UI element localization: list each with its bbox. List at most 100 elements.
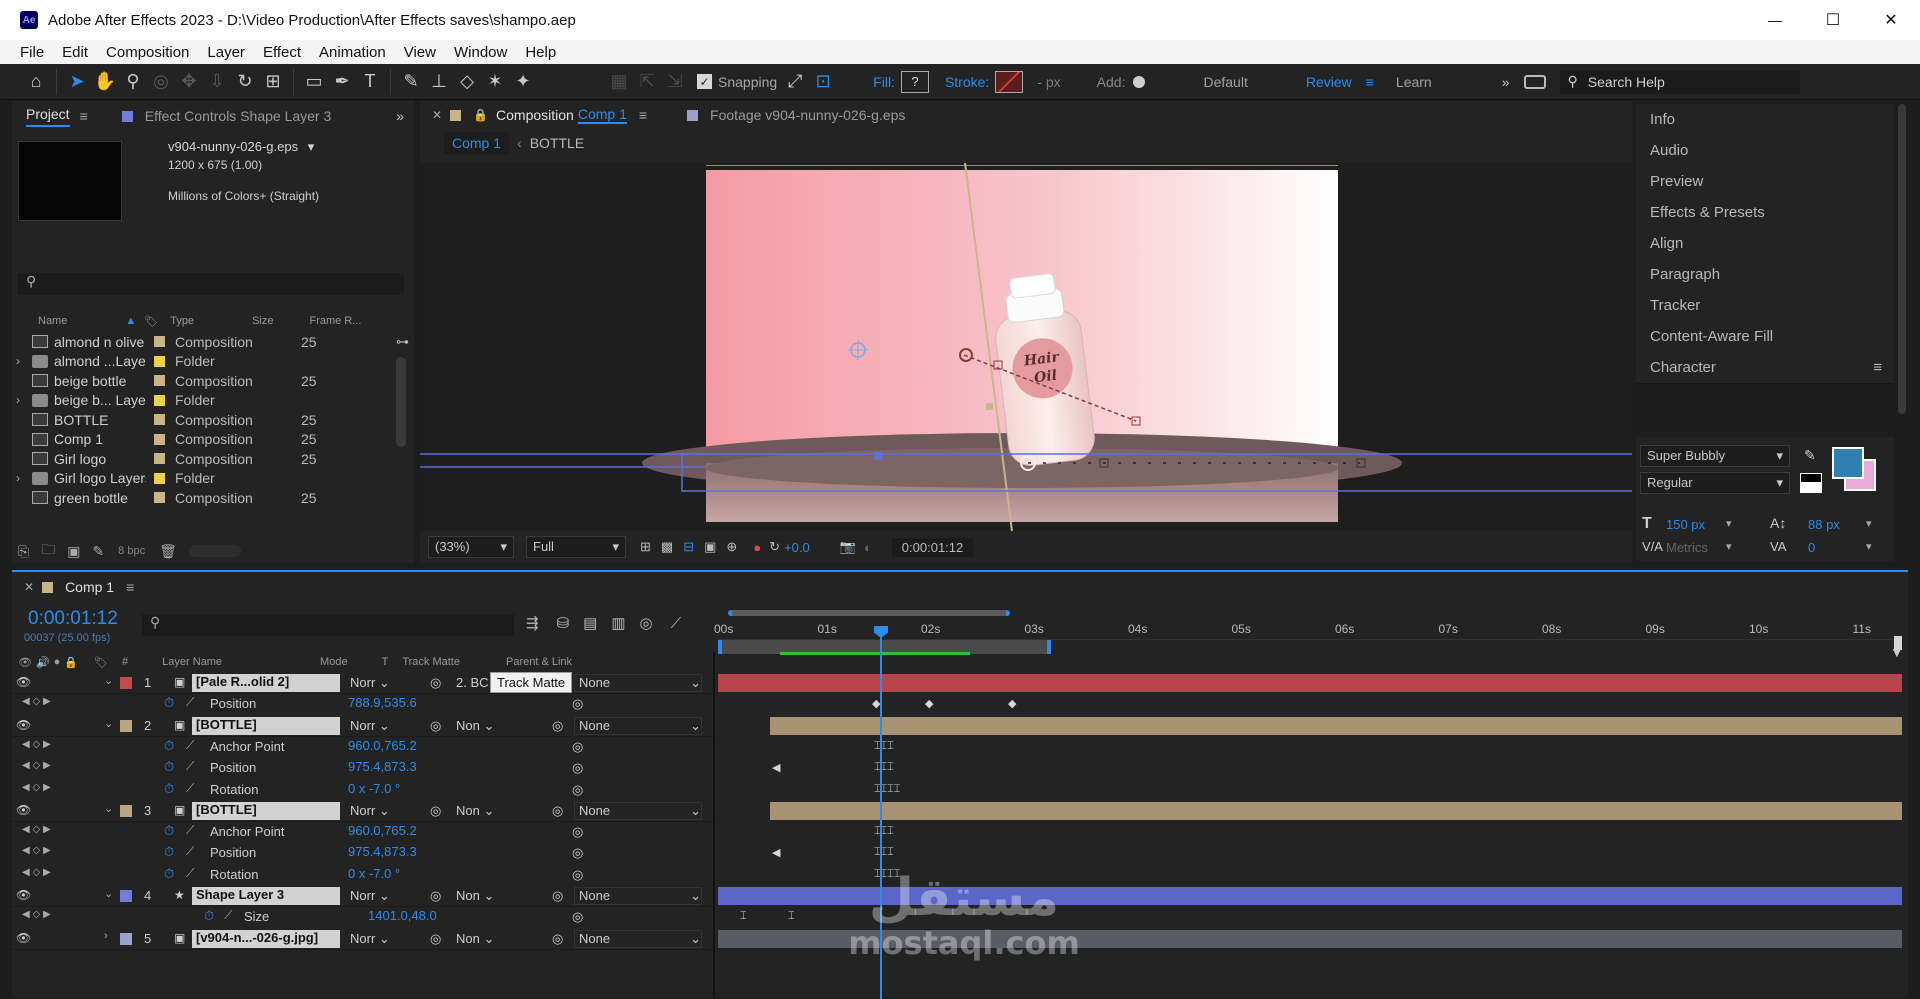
property-row[interactable]: ◀ ◇ ▶ ⏱ ⟋ Rotation 0 x -7.0 ° ◎ (12, 865, 714, 886)
timeline-search-field[interactable]: ⚲ (142, 614, 514, 636)
menu-effect[interactable]: Effect (263, 44, 301, 61)
parent-pickwhip-icon[interactable]: ◎ (552, 803, 563, 819)
snap-edge-icon[interactable]: ⤢ (781, 68, 809, 96)
zoom-dropdown[interactable]: (33%) ▾ (428, 536, 514, 558)
layer-label-color[interactable] (120, 719, 132, 732)
project-item[interactable]: › beige b... Layers Folder (12, 391, 410, 410)
item-label-color[interactable] (154, 375, 165, 386)
layer-name[interactable]: [BOTTLE] (192, 801, 340, 820)
panel-effects-presets[interactable]: Effects & Presets (1636, 197, 1894, 229)
stopwatch-icon[interactable]: ⏱ (204, 908, 214, 924)
resolution-dropdown[interactable]: Full ▾ (526, 536, 626, 558)
stopwatch-icon[interactable]: ⏱ (164, 844, 174, 860)
parent-dropdown[interactable]: None ⌄ (574, 887, 702, 905)
property-value[interactable]: 960.0,765.2 (348, 738, 417, 753)
flowchart-icon[interactable]: ⊶ (396, 334, 409, 350)
expression-pickwhip-icon[interactable]: ◎ (572, 867, 583, 883)
col-name[interactable]: Name (38, 315, 67, 327)
dolly-tool-icon[interactable]: ⇩ (203, 68, 231, 96)
timeline-timecode[interactable]: 0:00:01:12 (28, 608, 118, 630)
keyframe-marker[interactable]: ⌶⌶⌶ (874, 825, 894, 838)
parent-header[interactable]: Parent & Link (506, 656, 572, 668)
panel-content-aware-fill[interactable]: Content-Aware Fill (1636, 321, 1894, 353)
font-size-value[interactable]: 150 px (1666, 517, 1705, 532)
layer-name[interactable]: Shape Layer 3 (192, 887, 340, 905)
visibility-eye-icon[interactable]: 👁 (16, 675, 31, 689)
property-value[interactable]: 975.4,873.3 (348, 844, 417, 859)
keyframe-nav-icon[interactable]: ◀ ◇ ▶ (22, 696, 51, 707)
orbit-tool-icon[interactable]: ◎ (147, 68, 175, 96)
col-frame-rate[interactable]: Frame R... (309, 315, 361, 327)
keyframe-marker[interactable]: ⌶ (740, 910, 747, 923)
layer-expand-icon[interactable]: ⌄ (104, 887, 113, 900)
breadcrumb-bottle[interactable]: BOTTLE (530, 135, 584, 151)
keyframe-nav-icon[interactable]: ◀ ◇ ▶ (22, 824, 51, 835)
blend-mode-dropdown[interactable]: Norr ⌄ (350, 675, 396, 691)
graph-icon[interactable]: ⟋ (186, 738, 194, 753)
tab-composition-label[interactable]: Composition (496, 107, 574, 123)
property-row[interactable]: ◀ ◇ ▶ ⏱ ⟋ Position 788.9,535.6 ◎ (12, 694, 714, 715)
parent-pickwhip-icon[interactable]: ◎ (552, 931, 563, 947)
keyframe-nav-icon[interactable]: ◀ ◇ ▶ (22, 909, 51, 920)
adjust-icon[interactable]: ✎ (92, 543, 104, 560)
snap-features-icon[interactable]: ⊡ (809, 68, 837, 96)
comp-canvas[interactable]: Hair Oil (420, 163, 1632, 531)
graph-icon[interactable]: ⟋ (186, 866, 194, 881)
project-item[interactable]: Comp 1 Composition 25 (12, 430, 410, 449)
blend-mode-dropdown[interactable]: Norr ⌄ (350, 888, 396, 904)
kerning-value[interactable]: Metrics (1666, 540, 1708, 555)
graph-icon[interactable]: ⟋ (186, 781, 194, 796)
eyedropper-icon[interactable]: ✎ (1804, 447, 1816, 464)
brush-tool-icon[interactable]: ✎ (397, 68, 425, 96)
menu-help[interactable]: Help (525, 44, 556, 61)
layer-expand-icon[interactable]: ⌄ (104, 674, 113, 687)
kerning-dropdown-icon[interactable]: ▾ (1726, 540, 1732, 553)
timeline-menu-icon[interactable]: ≡ (126, 579, 134, 595)
visibility-eye-icon[interactable]: 👁 (16, 718, 31, 732)
stopwatch-icon[interactable]: ⏱ (164, 695, 174, 711)
fast-preview-icon[interactable]: ⊞ (640, 539, 651, 555)
stopwatch-icon[interactable]: ⏱ (164, 823, 174, 839)
project-item[interactable]: beige bottle Composition 25 (12, 371, 410, 390)
hand-tool-icon[interactable]: ✋ (91, 68, 119, 96)
tab-effect-controls[interactable]: Effect Controls Shape Layer 3 (145, 108, 332, 124)
time-ruler[interactable]: 00s 01s 02s 03s 04s 05s 06s 07s 08s 09s 10s 11s (714, 620, 1902, 640)
keyframe-nav-icon[interactable]: ◀ ◇ ▶ (22, 845, 51, 856)
stroke-swatch[interactable] (995, 70, 1024, 93)
close-button[interactable]: ✕ (1862, 0, 1920, 40)
label-column-icon[interactable]: 🏷 (144, 315, 158, 328)
parent-pickwhip-icon[interactable]: ◎ (552, 888, 563, 904)
menu-animation[interactable]: Animation (319, 44, 386, 61)
keyframe-nav-icon[interactable]: ◀ ◇ ▶ (22, 782, 51, 793)
stroke-width[interactable]: - px (1037, 74, 1060, 90)
add-icon[interactable] (1133, 75, 1146, 88)
panel-info[interactable]: Info (1636, 104, 1894, 136)
menu-composition[interactable]: Composition (106, 44, 189, 61)
timeline-layer-row[interactable]: 👁 ⌄ 3 ▣ [BOTTLE] Norr ⌄ ◎ Non ⌄ ◎ None ⌄ (12, 801, 714, 822)
menu-view[interactable]: View (404, 44, 436, 61)
property-value[interactable]: 960.0,765.2 (348, 823, 417, 838)
expression-pickwhip-icon[interactable]: ◎ (572, 696, 583, 712)
draft-3d-icon[interactable]: ⛁ (557, 614, 570, 632)
item-label-color[interactable] (154, 336, 165, 347)
property-row[interactable]: ◀ ◇ ▶ ⏱ ⟋ Anchor Point 960.0,765.2 ◎ (12, 737, 714, 758)
property-value[interactable]: 975.4,873.3 (348, 759, 417, 774)
comp-menu-icon[interactable]: ≡ (639, 107, 647, 123)
tab-project[interactable]: Project (26, 106, 70, 127)
property-row[interactable]: ◀ ◇ ▶ ⏱ ⟋ Anchor Point 960.0,765.2 ◎ (12, 822, 714, 843)
keyframe-marker[interactable]: ⌶⌶⌶⌶ (874, 783, 900, 796)
exposure-value[interactable]: +0.0 (784, 540, 810, 555)
keyframe-marker[interactable]: ⌶⌶⌶ (874, 761, 894, 774)
track-matte-header[interactable]: Track Matte (402, 656, 460, 668)
mask-visibility-icon[interactable]: ⊟ (683, 539, 694, 555)
show-snapshot-icon[interactable]: ◐ (864, 540, 872, 555)
property-value[interactable]: 0 x -7.0 ° (348, 781, 400, 796)
layer-duration-bar[interactable] (770, 801, 1902, 820)
menu-layer[interactable]: Layer (207, 44, 245, 61)
file-dropdown-icon[interactable]: ▾ (308, 139, 315, 154)
motion-blur-icon[interactable]: ◎ (640, 614, 653, 632)
item-label-color[interactable] (154, 453, 165, 464)
layer-duration-bar[interactable] (718, 674, 1902, 692)
panel-character[interactable]: Character ≡ (1636, 352, 1894, 384)
layer-duration-bar[interactable] (770, 716, 1902, 735)
